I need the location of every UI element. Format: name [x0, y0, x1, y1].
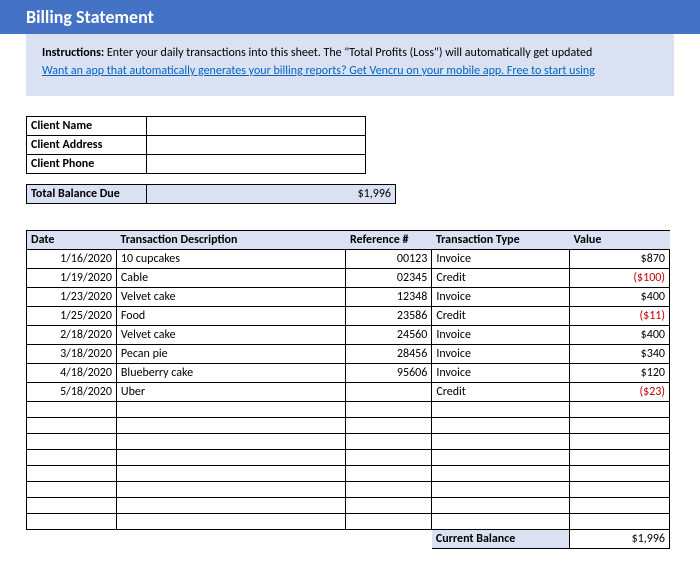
client-address-label: Client Address: [27, 136, 147, 155]
current-balance-label: Current Balance: [432, 530, 570, 549]
cell-value[interactable]: ($23): [570, 383, 670, 402]
cell-value[interactable]: $400: [570, 326, 670, 345]
page-title: Billing Statement: [0, 0, 700, 34]
cell-date[interactable]: 4/18/2020: [27, 364, 117, 383]
cell-ref[interactable]: 28456: [346, 345, 432, 364]
table-header-row: Date Transaction Description Reference #…: [27, 231, 670, 250]
cell-type[interactable]: Invoice: [432, 364, 570, 383]
col-date: Date: [27, 231, 117, 250]
transactions-table: Date Transaction Description Reference #…: [26, 230, 670, 549]
cell-value[interactable]: ($11): [570, 307, 670, 326]
cell-date[interactable]: 2/18/2020: [27, 326, 117, 345]
cell-desc[interactable]: Velvet cake: [116, 326, 346, 345]
col-value: Value: [570, 231, 670, 250]
cell-type[interactable]: Credit: [432, 307, 570, 326]
table-row[interactable]: 1/23/2020Velvet cake12348Invoice$400: [27, 288, 670, 307]
total-balance-table: Total Balance Due $1,996: [26, 184, 396, 204]
vencru-link[interactable]: Want an app that automatically generates…: [42, 64, 595, 78]
cell-date[interactable]: 1/19/2020: [27, 269, 117, 288]
col-type: Transaction Type: [432, 231, 570, 250]
cell-date[interactable]: 3/18/2020: [27, 345, 117, 364]
client-phone-value[interactable]: [147, 155, 366, 174]
cell-desc[interactable]: Food: [116, 307, 346, 326]
client-address-row: Client Address: [27, 136, 366, 155]
table-row[interactable]: 1/16/202010 cupcakes00123Invoice$870: [27, 250, 670, 269]
cell-ref[interactable]: [346, 383, 432, 402]
cell-date[interactable]: 1/16/2020: [27, 250, 117, 269]
cell-date[interactable]: 1/25/2020: [27, 307, 117, 326]
cell-value[interactable]: ($100): [570, 269, 670, 288]
cell-desc[interactable]: Velvet cake: [116, 288, 346, 307]
cell-desc[interactable]: Blueberry cake: [116, 364, 346, 383]
table-row[interactable]: [27, 402, 670, 418]
cell-type[interactable]: Credit: [432, 383, 570, 402]
client-phone-label: Client Phone: [27, 155, 147, 174]
client-name-label: Client Name: [27, 117, 147, 136]
cell-type[interactable]: Invoice: [432, 288, 570, 307]
total-balance-label: Total Balance Due: [27, 185, 147, 204]
cell-ref[interactable]: 23586: [346, 307, 432, 326]
col-desc: Transaction Description: [116, 231, 346, 250]
col-ref: Reference #: [346, 231, 432, 250]
cell-ref[interactable]: 02345: [346, 269, 432, 288]
client-info-table: Client Name Client Address Client Phone: [26, 116, 366, 174]
table-row[interactable]: [27, 498, 670, 514]
current-balance-row: Current Balance $1,996: [27, 530, 670, 549]
current-balance-value: $1,996: [570, 530, 670, 549]
cell-type[interactable]: Invoice: [432, 345, 570, 364]
table-row[interactable]: [27, 482, 670, 498]
table-row[interactable]: [27, 514, 670, 530]
cell-date[interactable]: 1/23/2020: [27, 288, 117, 307]
instructions-label: Instructions:: [42, 46, 104, 60]
table-row[interactable]: 1/25/2020Food23586Credit($11): [27, 307, 670, 326]
cell-value[interactable]: $400: [570, 288, 670, 307]
instructions-panel: Instructions: Enter your daily transacti…: [26, 34, 674, 96]
cell-ref[interactable]: 12348: [346, 288, 432, 307]
table-row[interactable]: 2/18/2020Velvet cake24560Invoice$400: [27, 326, 670, 345]
table-row[interactable]: [27, 466, 670, 482]
cell-ref[interactable]: 95606: [346, 364, 432, 383]
table-row[interactable]: 1/19/2020Cable02345Credit($100): [27, 269, 670, 288]
cell-type[interactable]: Invoice: [432, 250, 570, 269]
cell-desc[interactable]: 10 cupcakes: [116, 250, 346, 269]
client-address-value[interactable]: [147, 136, 366, 155]
table-row[interactable]: 3/18/2020Pecan pie28456Invoice$340: [27, 345, 670, 364]
cell-desc[interactable]: Pecan pie: [116, 345, 346, 364]
cell-type[interactable]: Invoice: [432, 326, 570, 345]
table-row[interactable]: [27, 450, 670, 466]
table-row[interactable]: [27, 434, 670, 450]
client-name-value[interactable]: [147, 117, 366, 136]
table-row[interactable]: 4/18/2020Blueberry cake95606Invoice$120: [27, 364, 670, 383]
table-row[interactable]: [27, 418, 670, 434]
cell-value[interactable]: $870: [570, 250, 670, 269]
client-name-row: Client Name: [27, 117, 366, 136]
cell-date[interactable]: 5/18/2020: [27, 383, 117, 402]
cell-desc[interactable]: Cable: [116, 269, 346, 288]
cell-value[interactable]: $120: [570, 364, 670, 383]
client-phone-row: Client Phone: [27, 155, 366, 174]
table-row[interactable]: 5/18/2020Uber Credit($23): [27, 383, 670, 402]
cell-value[interactable]: $340: [570, 345, 670, 364]
cell-ref[interactable]: 24560: [346, 326, 432, 345]
total-balance-value: $1,996: [147, 185, 396, 204]
instructions-text: Enter your daily transactions into this …: [107, 46, 592, 60]
cell-ref[interactable]: 00123: [346, 250, 432, 269]
cell-desc[interactable]: Uber: [116, 383, 346, 402]
cell-type[interactable]: Credit: [432, 269, 570, 288]
